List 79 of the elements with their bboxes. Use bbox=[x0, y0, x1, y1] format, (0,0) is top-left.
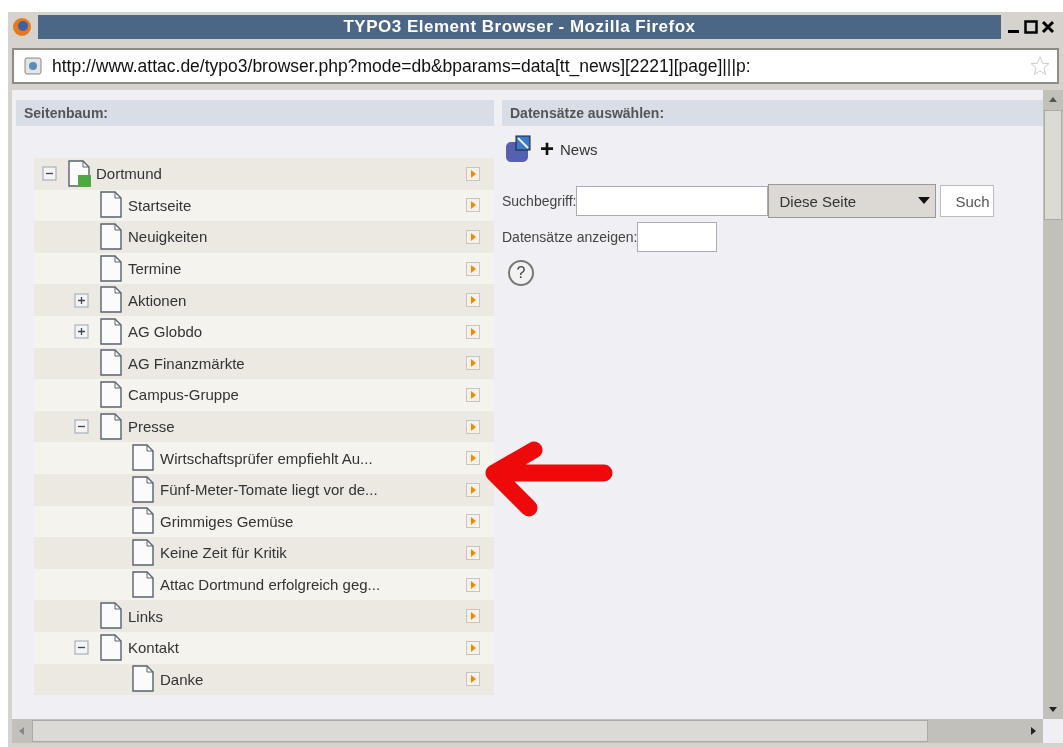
page-icon bbox=[130, 444, 156, 473]
tree-row[interactable]: Aktionen bbox=[34, 284, 494, 316]
page-title[interactable]: Wirtschaftsprüfer empfiehlt Au... bbox=[160, 449, 466, 467]
tree-row[interactable]: Neuigkeiten bbox=[34, 221, 494, 253]
page-icon bbox=[130, 475, 156, 504]
tree-row[interactable]: Grimmiges Gemüse bbox=[34, 505, 494, 538]
records-count-field[interactable] bbox=[637, 222, 718, 252]
expand-icon[interactable] bbox=[74, 324, 89, 340]
collapse-icon[interactable] bbox=[74, 419, 89, 435]
records-count-label: Datensätze anzeigen: bbox=[502, 229, 638, 245]
add-symbol[interactable]: + bbox=[540, 135, 554, 163]
page-title[interactable]: Links bbox=[128, 607, 466, 625]
address-bar[interactable]: http://www.attac.de/typo3/browser.php?mode=db&bparams=data[tt_news][2221][page]|||p: bbox=[12, 48, 1059, 84]
page-icon bbox=[130, 570, 156, 599]
page-title[interactable]: Keine Zeit für Kritik bbox=[160, 544, 466, 562]
panel-heading: Datensätze auswählen: bbox=[502, 100, 1043, 126]
page-title[interactable]: Termine bbox=[128, 260, 466, 278]
page-title[interactable]: Neuigkeiten bbox=[128, 228, 466, 246]
tree-row[interactable]: Presse bbox=[34, 410, 494, 443]
maximize-icon[interactable] bbox=[1024, 20, 1038, 34]
tree-row[interactable]: Fünf-Meter-Tomate liegt vor de... bbox=[34, 473, 494, 506]
tree-row[interactable]: Danke bbox=[34, 663, 494, 696]
site-page-icon bbox=[66, 159, 92, 188]
close-icon[interactable] bbox=[1041, 20, 1055, 34]
page-icon bbox=[98, 602, 124, 631]
window-title: TYPO3 Element Browser - Mozilla Firefox bbox=[38, 15, 1001, 39]
page-icon bbox=[130, 538, 156, 567]
help-button[interactable]: ? bbox=[508, 260, 534, 286]
star-icon[interactable] bbox=[1029, 55, 1051, 77]
search-field[interactable] bbox=[576, 186, 769, 216]
page-icon bbox=[98, 191, 124, 220]
page-title[interactable]: Fünf-Meter-Tomate liegt vor de... bbox=[160, 481, 466, 499]
database-icon bbox=[504, 134, 534, 164]
tree-row[interactable]: Dortmund bbox=[34, 158, 494, 190]
page-title[interactable]: Startseite bbox=[128, 196, 466, 214]
page-icon bbox=[98, 380, 124, 409]
tree-row[interactable]: Attac Dortmund erfolgreich geg... bbox=[34, 568, 494, 601]
page-icon bbox=[98, 286, 124, 315]
page-icon bbox=[24, 57, 42, 75]
scope-dropdown[interactable]: Diese Seite bbox=[768, 184, 937, 218]
page-icon bbox=[98, 412, 124, 441]
scroll-thumb[interactable] bbox=[32, 720, 928, 742]
table-name[interactable]: News bbox=[560, 140, 598, 158]
page-icon bbox=[98, 633, 124, 662]
tree-row[interactable]: Termine bbox=[34, 252, 494, 285]
collapse-icon[interactable] bbox=[74, 640, 89, 656]
tree-row[interactable]: Keine Zeit für Kritik bbox=[34, 537, 494, 569]
page-title[interactable]: AG Globdo bbox=[128, 323, 466, 341]
page-title[interactable]: Kontakt bbox=[128, 639, 466, 657]
collapse-icon[interactable] bbox=[42, 166, 57, 182]
page-icon bbox=[98, 349, 124, 378]
page-title[interactable]: Campus-Gruppe bbox=[128, 386, 466, 404]
page-title[interactable]: Attac Dortmund erfolgreich geg... bbox=[160, 576, 466, 593]
vertical-scrollbar[interactable] bbox=[1043, 90, 1063, 719]
tree-row[interactable]: AG Globdo bbox=[34, 315, 494, 348]
page-icon bbox=[98, 254, 124, 283]
page-title[interactable]: Danke bbox=[160, 670, 466, 688]
tree-row[interactable]: Kontakt bbox=[34, 631, 494, 664]
horizontal-scrollbar[interactable] bbox=[12, 719, 1043, 743]
expand-icon[interactable] bbox=[74, 292, 89, 308]
page-icon bbox=[98, 223, 124, 251]
tree-row[interactable]: Campus-Gruppe bbox=[34, 379, 494, 411]
page-icon bbox=[130, 507, 156, 536]
scroll-thumb[interactable] bbox=[1044, 110, 1062, 220]
tree-row[interactable]: AG Finanzmärkte bbox=[34, 347, 494, 380]
tree-row[interactable]: Links bbox=[34, 600, 494, 632]
page-title[interactable]: AG Finanzmärkte bbox=[128, 354, 466, 372]
page-icon bbox=[98, 317, 124, 346]
page-title[interactable]: Dortmund bbox=[96, 165, 466, 183]
tree-row[interactable]: Startseite bbox=[34, 189, 494, 222]
page-title[interactable]: Aktionen bbox=[128, 291, 466, 309]
search-label: Suchbegriff: bbox=[502, 193, 577, 209]
search-button[interactable]: Such bbox=[940, 185, 995, 217]
browser-logo-icon bbox=[12, 17, 32, 37]
page-title[interactable]: Grimmiges Gemüse bbox=[160, 512, 466, 530]
page-icon bbox=[130, 665, 156, 694]
page-title[interactable]: Presse bbox=[128, 418, 466, 436]
panel-heading: Seitenbaum: bbox=[16, 100, 494, 126]
tree-row[interactable]: Wirtschaftsprüfer empfiehlt Au... bbox=[34, 442, 494, 474]
